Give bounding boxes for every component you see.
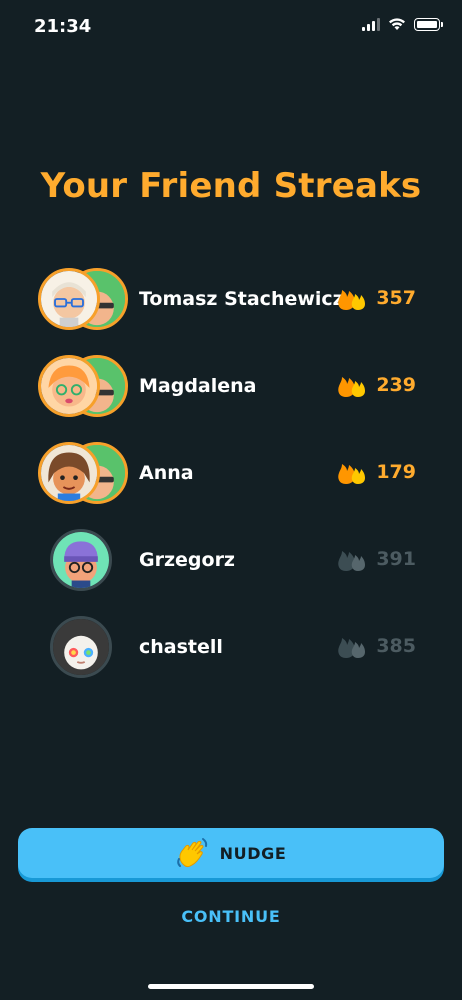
- streak-flame-icon: [338, 638, 366, 658]
- friend-name: Magdalena: [139, 375, 257, 397]
- streak-badge: 391: [336, 546, 416, 572]
- streak-flame-icon: [338, 551, 366, 571]
- streak-count: 391: [376, 548, 416, 570]
- streak-badge: 385: [336, 633, 416, 659]
- avatar: [38, 442, 100, 504]
- friend-name: Tomasz Stachewicz: [139, 288, 344, 310]
- waving-hand-icon: [176, 838, 207, 867]
- streak-flame-icon: [338, 290, 366, 310]
- streak-badge: 357: [336, 285, 416, 311]
- list-item[interactable]: Grzegorz 391: [0, 529, 462, 616]
- avatar-pair: [38, 442, 130, 508]
- avatar-pair: [38, 355, 130, 421]
- status-bar: 21:34: [0, 0, 462, 54]
- friend-name: Grzegorz: [139, 549, 235, 571]
- status-icons: [362, 17, 443, 31]
- streak-flame-icon: [338, 464, 366, 484]
- wifi-icon: [389, 18, 405, 30]
- streak-count: 385: [376, 635, 416, 657]
- continue-button[interactable]: CONTINUE: [0, 907, 462, 926]
- streak-flame-icon: [338, 377, 366, 397]
- friend-streak-list: Tomasz Stachewicz 357 Magdalena 239 Anna…: [0, 268, 462, 703]
- list-item[interactable]: Tomasz Stachewicz 357: [0, 268, 462, 355]
- avatar: [38, 268, 100, 330]
- streak-count: 357: [376, 287, 416, 309]
- avatar: [38, 355, 100, 417]
- friend-name: Anna: [139, 462, 194, 484]
- streak-badge: 179: [336, 459, 416, 485]
- avatar-pair: [38, 268, 130, 334]
- list-item[interactable]: chastell 385: [0, 616, 462, 703]
- home-indicator[interactable]: [148, 984, 314, 989]
- nudge-button[interactable]: NUDGE: [18, 828, 444, 878]
- list-item[interactable]: Anna 179: [0, 442, 462, 529]
- avatar-single: [38, 616, 130, 682]
- streak-count: 239: [376, 374, 416, 396]
- streak-badge: 239: [336, 372, 416, 398]
- battery-icon: [414, 17, 443, 31]
- nudge-label: NUDGE: [219, 843, 287, 863]
- avatar: [50, 616, 112, 678]
- streak-count: 179: [376, 461, 416, 483]
- friend-name: chastell: [139, 636, 223, 658]
- status-time: 21:34: [34, 16, 92, 37]
- list-item[interactable]: Magdalena 239: [0, 355, 462, 442]
- avatar-single: [38, 529, 130, 595]
- page-title: Your Friend Streaks: [40, 166, 422, 206]
- signal-icon: [362, 17, 380, 31]
- avatar: [50, 529, 112, 591]
